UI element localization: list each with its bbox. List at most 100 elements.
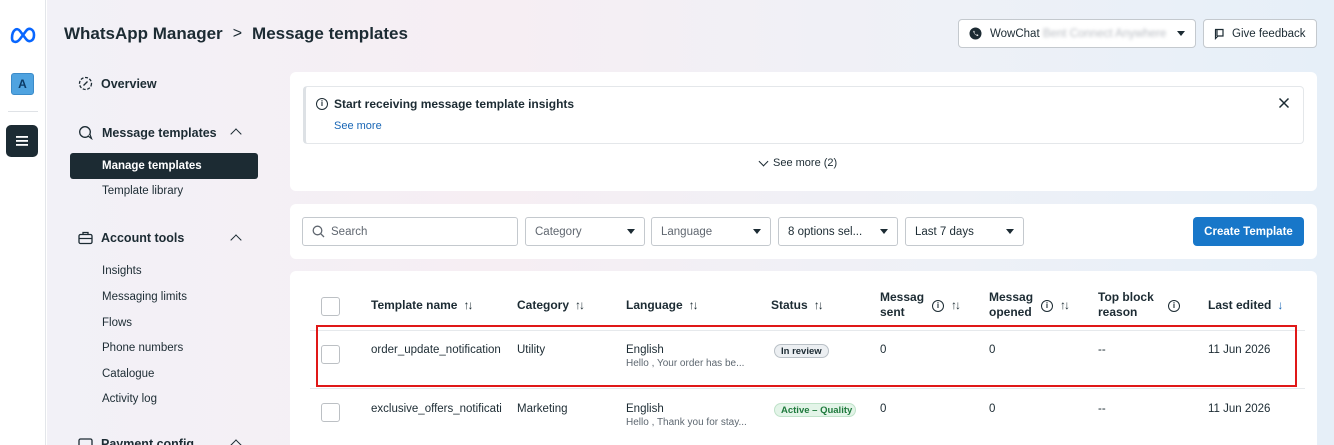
header-category[interactable]: Category ↑↓ — [517, 298, 585, 313]
nav-flows[interactable]: Flows — [102, 317, 132, 329]
breadcrumb-separator: > — [232, 25, 243, 42]
sort-icon-label: ↑↓ — [1060, 298, 1070, 312]
nav-insights[interactable]: Insights — [102, 265, 142, 277]
see-more-label: See more (2) — [773, 157, 838, 169]
sort-icon: ↑↓ — [463, 298, 473, 312]
nav-payment-config[interactable]: Payment config — [78, 437, 194, 445]
sort-icon: ↑↓ — [688, 298, 699, 312]
whatsapp-icon — [969, 27, 982, 40]
nav-manage-templates[interactable]: Manage templates — [70, 153, 258, 179]
messages-sent: 0 — [880, 403, 887, 415]
give-feedback-button[interactable]: Give feedback — [1203, 19, 1317, 48]
last-edited: 11 Jun 2026 — [1208, 403, 1271, 415]
header-messages-sent-line2: sent — [880, 305, 905, 319]
template-preview: Hello , Thank you for stay... — [626, 417, 747, 428]
see-more-toggle[interactable]: See more (2) — [758, 156, 838, 169]
account-selector[interactable]: WowChat Bent Connect Anywhere — [958, 19, 1196, 48]
top-block-reason: -- — [1098, 403, 1106, 415]
highlight-box — [316, 325, 1297, 387]
messages-opened: 0 — [989, 403, 996, 415]
nav-account-tools[interactable]: Account tools — [78, 231, 184, 245]
payment-icon — [78, 438, 93, 445]
header-messages-opened-line1: Messag — [989, 290, 1034, 304]
sort-icon[interactable]: ↑↓ — [1060, 298, 1070, 313]
meta-logo-icon[interactable] — [9, 24, 37, 44]
insight-see-more-link[interactable]: See more — [334, 120, 382, 132]
header-status[interactable]: Status ↑↓ — [771, 298, 824, 313]
create-template-button[interactable]: Create Template — [1193, 217, 1304, 246]
header-category-label: Category — [517, 298, 570, 312]
row-divider — [310, 388, 1305, 389]
nav-account-tools-label: Account tools — [101, 231, 185, 245]
header-messages-opened-line2: opened — [989, 305, 1032, 319]
language-filter-label: Language — [661, 225, 713, 238]
app-rail: A — [0, 0, 46, 445]
header-last-edited-label: Last edited — [1208, 298, 1272, 312]
header-messages-opened[interactable]: Messag opened — [989, 290, 1033, 320]
page-title: Message templates — [252, 24, 408, 43]
chevron-down-icon — [753, 229, 761, 234]
header-messages-sent[interactable]: Messag sent — [880, 290, 924, 320]
rail-divider — [8, 111, 38, 112]
header-language[interactable]: Language ↑↓ — [626, 298, 699, 313]
template-name[interactable]: exclusive_offers_notificati — [371, 403, 507, 415]
info-icon: i — [316, 98, 328, 110]
header-top-block-reason: Top block reason — [1098, 290, 1154, 320]
header-last-edited[interactable]: Last edited ↓ — [1208, 298, 1283, 313]
date-range-label: Last 7 days — [915, 225, 974, 238]
category-filter-label: Category — [535, 225, 582, 238]
nav-overview[interactable]: Overview — [78, 76, 157, 91]
insight-title: Start receiving message template insight… — [334, 97, 575, 111]
header-messages-sent-line1: Messag — [880, 290, 925, 304]
date-range-filter[interactable]: Last 7 days — [905, 217, 1024, 246]
account-name: WowChat Bent Connect Anywhere — [990, 27, 1167, 40]
breadcrumb-app[interactable]: WhatsApp Manager — [64, 24, 223, 44]
nav-message-templates-label: Message templates — [102, 125, 217, 140]
status-badge: Active – Quality p — [774, 403, 856, 417]
search-placeholder: Search — [331, 225, 368, 238]
nav-template-library[interactable]: Template library — [102, 185, 183, 197]
nav-messaging-limits[interactable]: Messaging limits — [102, 291, 187, 303]
chevron-down-icon — [1177, 31, 1185, 36]
status-filter-label: 8 options sel... — [788, 225, 863, 238]
close-icon[interactable] — [1277, 96, 1291, 110]
chevron-down-icon — [1006, 229, 1014, 234]
insight-banner — [303, 86, 1304, 144]
info-icon[interactable]: i — [1041, 300, 1053, 312]
nav-phone-numbers[interactable]: Phone numbers — [102, 342, 183, 354]
overview-icon — [78, 76, 93, 91]
status-filter[interactable]: 8 options sel... — [778, 217, 898, 246]
language-filter[interactable]: Language — [651, 217, 771, 246]
template-category: Marketing — [517, 403, 568, 415]
briefcase-icon — [78, 231, 93, 245]
message-templates-icon — [79, 126, 93, 140]
sort-icon: ↑↓ — [813, 298, 824, 312]
row-checkbox[interactable] — [321, 403, 340, 422]
nav-activity-log[interactable]: Activity log — [102, 393, 157, 405]
account-avatar[interactable]: A — [11, 73, 34, 95]
info-icon[interactable]: i — [1168, 300, 1180, 312]
category-filter[interactable]: Category — [525, 217, 645, 246]
nav-catalogue[interactable]: Catalogue — [102, 368, 154, 380]
header-template-name-label: Template name — [371, 298, 458, 312]
search-input[interactable]: Search — [302, 217, 518, 246]
header-status-label: Status — [771, 298, 808, 312]
nav-overview-label: Overview — [101, 76, 157, 91]
give-feedback-label: Give feedback — [1232, 27, 1306, 40]
header-template-name[interactable]: Template name ↑↓ — [371, 298, 473, 313]
nav-message-templates[interactable]: Message templates — [78, 125, 217, 140]
nav-payment-config-label: Payment config — [101, 437, 195, 445]
header-language-label: Language — [626, 298, 683, 312]
info-icon[interactable]: i — [932, 300, 944, 312]
chevron-down-icon — [880, 229, 888, 234]
breadcrumb: WhatsApp Manager > Message templates — [64, 24, 408, 44]
header-top-block-line2: reason — [1098, 305, 1138, 319]
sort-icon: ↑↓ — [575, 298, 585, 312]
menu-icon[interactable] — [6, 125, 38, 157]
chevron-down-icon — [627, 229, 635, 234]
search-icon — [312, 225, 325, 238]
select-all-checkbox[interactable] — [321, 297, 340, 316]
header-top-block-line1: Top block — [1098, 290, 1154, 304]
sort-icon[interactable]: ↑↓ — [951, 298, 961, 313]
template-language: English — [626, 403, 664, 415]
